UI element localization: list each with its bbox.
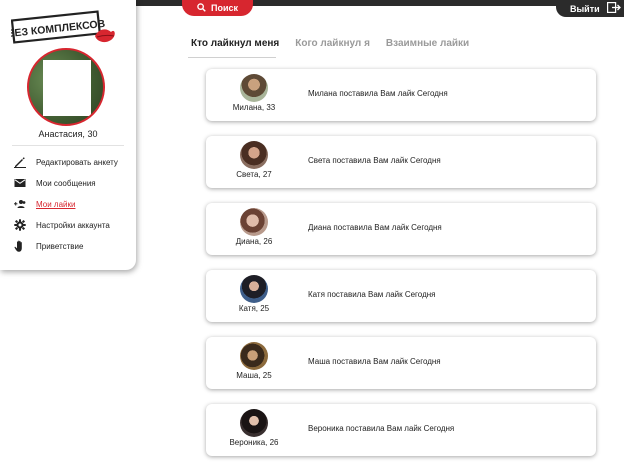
- hand-icon: [14, 240, 26, 252]
- menu-item-greeting[interactable]: Приветствие: [14, 239, 83, 253]
- user-name-age[interactable]: Милана, 33: [218, 103, 290, 112]
- menu-item-edit-profile[interactable]: Редактировать анкету: [14, 155, 118, 169]
- user-avatar[interactable]: [240, 275, 268, 303]
- pencil-icon: [14, 156, 26, 168]
- user-name-age[interactable]: Катя, 25: [218, 304, 290, 313]
- likes-tabs: Кто лайкнул меня Кого лайкнул я Взаимные…: [191, 38, 485, 52]
- tab-who-liked-me[interactable]: Кто лайкнул меня: [191, 38, 279, 52]
- like-card[interactable]: Маша, 25 Маша поставила Вам лайк Сегодня: [206, 337, 596, 389]
- user-avatar[interactable]: [240, 409, 268, 437]
- like-card[interactable]: Милана, 33 Милана поставила Вам лайк Сег…: [206, 69, 596, 121]
- people-add-icon: [14, 198, 26, 210]
- search-label: Поиск: [210, 3, 238, 13]
- sidebar: БЕЗ КОМПЛЕКСОВ Анастасия, 30 Редактирова…: [0, 0, 136, 270]
- logout-button[interactable]: Выйти: [556, 0, 624, 17]
- user-name-age[interactable]: Света, 27: [218, 170, 290, 179]
- profile-name: Анастасия, 30: [38, 129, 98, 139]
- logout-label: Выйти: [570, 3, 600, 14]
- gear-icon: [14, 219, 26, 231]
- user-avatar[interactable]: [240, 74, 268, 102]
- search-icon: [197, 2, 206, 14]
- tab-whom-i-liked[interactable]: Кого лайкнул я: [295, 38, 370, 52]
- menu-item-account-settings[interactable]: Настройки аккаунта: [14, 218, 110, 232]
- exit-icon: [606, 2, 621, 15]
- user-name-age[interactable]: Маша, 25: [218, 371, 290, 380]
- like-card[interactable]: Света, 27 Света поставила Вам лайк Сегод…: [206, 136, 596, 188]
- logo[interactable]: БЕЗ КОМПЛЕКСОВ: [6, 8, 117, 48]
- user-avatar[interactable]: [240, 342, 268, 370]
- like-card[interactable]: Катя, 25 Катя поставила Вам лайк Сегодня: [206, 270, 596, 322]
- like-card[interactable]: Диана, 26 Диана поставила Вам лайк Сегод…: [206, 203, 596, 255]
- like-message: Диана поставила Вам лайк Сегодня: [308, 223, 442, 232]
- profile-avatar[interactable]: [27, 48, 105, 126]
- divider: [12, 145, 124, 146]
- like-card[interactable]: Вероника, 26 Вероника поставила Вам лайк…: [206, 404, 596, 456]
- menu-item-my-likes[interactable]: Мои лайки: [14, 197, 75, 211]
- like-message: Катя поставила Вам лайк Сегодня: [308, 290, 436, 299]
- menu-item-messages[interactable]: Мои сообщения: [14, 176, 96, 190]
- like-message: Маша поставила Вам лайк Сегодня: [308, 357, 441, 366]
- search-button[interactable]: Поиск: [182, 0, 253, 16]
- like-message: Милана поставила Вам лайк Сегодня: [308, 89, 448, 98]
- tab-underline: [188, 57, 276, 58]
- envelope-icon: [14, 177, 26, 189]
- user-avatar[interactable]: [240, 141, 268, 169]
- user-name-age[interactable]: Вероника, 26: [218, 438, 290, 447]
- like-message: Вероника поставила Вам лайк Сегодня: [308, 424, 455, 433]
- like-message: Света поставила Вам лайк Сегодня: [308, 156, 441, 165]
- tab-mutual-likes[interactable]: Взаимные лайки: [386, 38, 469, 52]
- user-name-age[interactable]: Диана, 26: [218, 237, 290, 246]
- user-avatar[interactable]: [240, 208, 268, 236]
